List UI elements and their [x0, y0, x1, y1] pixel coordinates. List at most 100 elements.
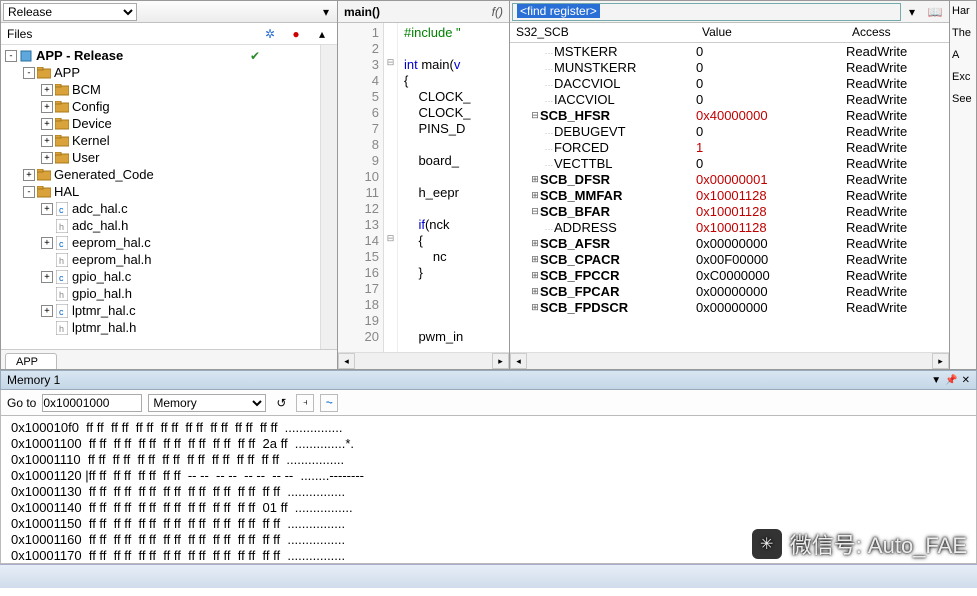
register-row[interactable]: … DEBUGEVT0ReadWrite — [510, 123, 949, 139]
tree-item[interactable]: +cgpio_hal.c — [1, 268, 320, 285]
tree-expander-icon[interactable]: - — [23, 67, 35, 79]
memory-titlebar[interactable]: Memory 1 ▼ 📌 ✕ — [0, 370, 977, 390]
register-expander-icon[interactable]: ⊞ — [530, 174, 540, 185]
tree-item[interactable]: hlptmr_hal.h — [1, 319, 320, 336]
tree-expander-icon[interactable]: - — [5, 50, 17, 62]
register-expander-icon[interactable]: ⊟ — [530, 206, 540, 217]
register-row[interactable]: ⊞ SCB_FPDSCR0x00000000ReadWrite — [510, 299, 949, 315]
register-list[interactable]: … MSTKERR0ReadWrite… MUNSTKERR0ReadWrite… — [510, 43, 949, 352]
register-hscroll[interactable]: ◂▸ — [510, 352, 949, 369]
tree-expander-icon[interactable]: + — [41, 152, 53, 164]
tree-item[interactable]: hgpio_hal.h — [1, 285, 320, 302]
register-row[interactable]: ⊞ SCB_CPACR0x00F00000ReadWrite — [510, 251, 949, 267]
tree-item[interactable]: +Device — [1, 115, 320, 132]
register-row[interactable]: ⊞ SCB_FPCAR0x00000000ReadWrite — [510, 283, 949, 299]
record-icon[interactable]: ● — [287, 25, 305, 43]
register-row[interactable]: ⊟ SCB_HFSR0x40000000ReadWrite — [510, 107, 949, 123]
register-row[interactable]: ⊞ SCB_AFSR0x00000000ReadWrite — [510, 235, 949, 251]
tree-item-label: eeprom_hal.c — [72, 235, 151, 250]
register-row[interactable]: … ADDRESS0x10001128ReadWrite — [510, 219, 949, 235]
tree-expander-icon[interactable]: + — [41, 84, 53, 96]
register-row[interactable]: … IACCVIOL0ReadWrite — [510, 91, 949, 107]
register-col-name[interactable]: S32_SCB — [510, 23, 696, 42]
register-col-value[interactable]: Value — [696, 23, 846, 42]
register-row[interactable]: ⊟ SCB_BFAR0x10001128ReadWrite — [510, 203, 949, 219]
tree-item[interactable]: +clptmr_hal.c — [1, 302, 320, 319]
tree-expander-icon[interactable]: + — [23, 169, 35, 181]
tree-item[interactable]: +Kernel — [1, 132, 320, 149]
function-icon[interactable]: f() — [492, 5, 503, 19]
tree-item[interactable]: +ceeprom_hal.c — [1, 234, 320, 251]
columns-icon[interactable]: ⫞ — [296, 394, 314, 412]
book-icon[interactable]: 📖 — [923, 3, 947, 21]
pin-icon[interactable]: 📌 — [945, 375, 957, 386]
config-select[interactable]: Release — [3, 3, 137, 21]
scroll-left-icon[interactable]: ◂ — [338, 353, 355, 369]
memory-view[interactable]: 0x100010f0 ff ff ff ff ff ff ff ff ff ff… — [0, 416, 977, 564]
project-scrollbar[interactable] — [320, 45, 337, 349]
register-name: FORCED — [554, 140, 609, 155]
register-expander-icon[interactable]: ⊞ — [530, 238, 540, 249]
tree-expander-icon[interactable]: + — [41, 203, 53, 215]
tree-expander-icon[interactable]: + — [41, 118, 53, 130]
editor-hscroll[interactable]: ◂ ▸ — [338, 352, 509, 369]
tree-item[interactable]: -APP - Release ✔ — [1, 47, 320, 64]
display-mode-select[interactable]: Memory — [148, 394, 266, 412]
find-register-input[interactable]: <find register> — [512, 3, 901, 21]
register-row[interactable]: … FORCED1ReadWrite — [510, 139, 949, 155]
project-tree[interactable]: -APP - Release ✔-APP+BCM+Config+Device+K… — [1, 45, 320, 349]
gear-icon[interactable]: ✲ — [261, 25, 279, 43]
register-row[interactable]: … VECTTBL0ReadWrite — [510, 155, 949, 171]
register-expander-icon[interactable]: ⊞ — [530, 302, 540, 313]
code-area[interactable]: #include "int main(v{ CLOCK_ CLOCK_ PINS… — [398, 23, 509, 352]
tree-expander-icon[interactable]: + — [41, 237, 53, 249]
register-expander-icon[interactable]: ⊞ — [530, 286, 540, 297]
tree-item-label: HAL — [54, 184, 79, 199]
tree-expander-icon[interactable]: + — [41, 271, 53, 283]
tree-item[interactable]: +Generated_Code — [1, 166, 320, 183]
chevron-up-icon[interactable]: ▴ — [313, 25, 331, 43]
register-row[interactable]: … DACCVIOL0ReadWrite — [510, 75, 949, 91]
register-expander-icon: … — [544, 62, 554, 72]
register-expander-icon[interactable]: ⊞ — [530, 254, 540, 265]
tree-item[interactable]: +User — [1, 149, 320, 166]
refresh-icon[interactable]: ↺ — [272, 394, 290, 412]
close-icon[interactable]: ✕ — [962, 375, 970, 386]
tree-item[interactable]: +cadc_hal.c — [1, 200, 320, 217]
scroll-right-icon[interactable]: ▸ — [492, 353, 509, 369]
tree-item[interactable]: - HAL — [1, 183, 320, 200]
project-tabstrip: APP — [1, 349, 337, 369]
register-row[interactable]: … MUNSTKERR0ReadWrite — [510, 59, 949, 75]
register-name: DACCVIOL — [554, 76, 620, 91]
register-row[interactable]: ⊞ SCB_MMFAR0x10001128ReadWrite — [510, 187, 949, 203]
tree-item[interactable]: +Config — [1, 98, 320, 115]
tree-item[interactable]: heeprom_hal.h — [1, 251, 320, 268]
dropdown-icon[interactable]: ▾ — [317, 3, 335, 21]
tree-item[interactable]: hadc_hal.h — [1, 217, 320, 234]
wave-icon[interactable]: ⏦ — [320, 394, 338, 412]
register-expander-icon[interactable]: ⊞ — [530, 270, 540, 281]
window-menu-icon[interactable]: ▼ — [931, 375, 941, 386]
fold-column[interactable]: ⊟⊟ — [384, 23, 398, 352]
register-expander-icon[interactable]: ⊟ — [530, 110, 540, 121]
scroll-right-icon[interactable]: ▸ — [932, 353, 949, 369]
find-dropdown-icon[interactable]: ▾ — [903, 3, 921, 21]
register-row[interactable]: ⊞ SCB_DFSR0x00000001ReadWrite — [510, 171, 949, 187]
register-row[interactable]: ⊞ SCB_FPCCR0xC0000000ReadWrite — [510, 267, 949, 283]
tree-item[interactable]: -APP — [1, 64, 320, 81]
tree-expander-icon[interactable]: + — [41, 101, 53, 113]
tree-expander-icon[interactable]: + — [41, 305, 53, 317]
tree-expander-icon[interactable]: - — [23, 186, 35, 198]
register-row[interactable]: … MSTKERR0ReadWrite — [510, 43, 949, 59]
goto-label: Go to — [7, 396, 36, 410]
tree-expander-icon[interactable]: + — [41, 135, 53, 147]
tree-item[interactable]: +BCM — [1, 81, 320, 98]
scroll-left-icon[interactable]: ◂ — [510, 353, 527, 369]
register-access: ReadWrite — [846, 92, 949, 107]
folder-icon — [55, 151, 69, 165]
register-col-access[interactable]: Access — [846, 23, 949, 42]
register-expander-icon[interactable]: ⊞ — [530, 190, 540, 201]
tab-app[interactable]: APP — [5, 353, 57, 369]
register-name: VECTTBL — [554, 156, 613, 171]
goto-input[interactable] — [42, 394, 142, 412]
